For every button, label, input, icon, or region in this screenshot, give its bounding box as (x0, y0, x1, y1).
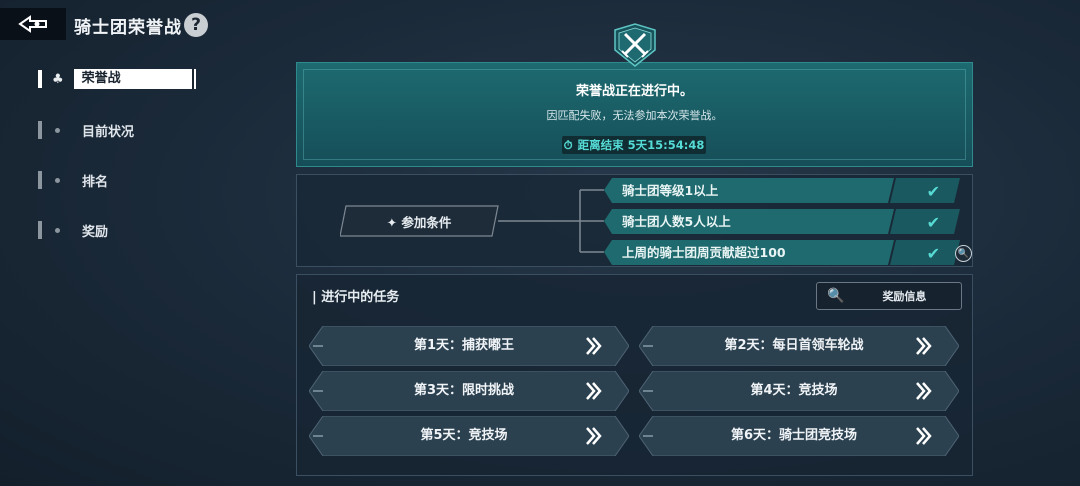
condition-info-icon[interactable]: 🔍 (955, 245, 972, 262)
task-label: 第6天：骑士团竞技场 (730, 428, 858, 443)
sidebar-item-rewards[interactable]: 奖励 (38, 219, 198, 241)
condition-row: 上周的骑士团周贡献超过100 ✔ (604, 240, 960, 265)
banner-subtitle: 因匹配失败，无法参加本次荣誉战。 (546, 109, 723, 122)
item-indicator (38, 171, 42, 189)
bullet-icon (55, 227, 60, 233)
help-icon: ? (191, 15, 201, 35)
double-chevron-right-icon (586, 337, 602, 355)
checkmark-icon: ✔ (926, 244, 940, 263)
reward-info-label: 奖励信息 (882, 290, 927, 303)
task-button-day5[interactable]: 第5天：竞技场 (309, 416, 629, 456)
condition-text: 骑士团人数5人以上 (622, 214, 731, 229)
sidebar-item-label: 排名 (82, 174, 109, 190)
task-button-day3[interactable]: 第3天：限时挑战 (309, 371, 629, 411)
task-label: 第3天：限时挑战 (413, 383, 515, 398)
reward-info-button[interactable]: 🔍 奖励信息 (816, 282, 962, 310)
page-title: 骑士团荣誉战 (74, 18, 182, 38)
sidebar-item-honor-war[interactable]: ♣ 荣誉战 (38, 68, 198, 90)
condition-text: 上周的骑士团周贡献超过100 (622, 245, 786, 260)
condition-row: 骑士团等级1以上 ✔ (604, 178, 960, 203)
condition-row: 骑士团人数5人以上 ✔ (604, 209, 960, 234)
task-label: 第5天：竞技场 (420, 428, 508, 443)
help-button[interactable]: ? (184, 13, 208, 37)
sidebar-item-ranking[interactable]: 排名 (38, 169, 198, 191)
conditions-label: ✦ 参加条件 (386, 214, 452, 230)
task-label: 第1天：捕获嘟王 (413, 338, 515, 353)
countdown-text: 距离结束 5天15:54:48 (577, 138, 705, 152)
bullet-icon (55, 177, 60, 183)
back-button[interactable] (0, 8, 66, 40)
bullet-icon (55, 127, 60, 133)
task-button-day1[interactable]: 第1天：捕获嘟王 (309, 326, 629, 366)
sidebar-item-label: 荣誉战 (73, 69, 192, 89)
clover-icon: ♣ (52, 71, 64, 87)
task-button-day2[interactable]: 第2天：每日首领车轮战 (639, 326, 959, 366)
task-button-day6[interactable]: 第6天：骑士团竞技场 (639, 416, 959, 456)
tasks-title: | 进行中的任务 (312, 290, 400, 305)
checkmark-icon: ✔ (926, 213, 940, 232)
sidebar-item-status[interactable]: 目前状况 (38, 119, 198, 141)
sidebar-item-label: 目前状况 (82, 124, 135, 140)
double-chevron-right-icon (916, 427, 932, 445)
condition-text: 骑士团等级1以上 (622, 183, 719, 198)
crossed-swords-icon (614, 23, 656, 67)
task-button-day4[interactable]: 第4天：竞技场 (639, 371, 959, 411)
item-indicator (38, 221, 42, 239)
clock-icon: ⏱ (563, 137, 573, 152)
sidebar-item-label: 奖励 (82, 224, 109, 240)
task-label: 第2天：每日首领车轮战 (724, 338, 864, 353)
task-label: 第4天：竞技场 (750, 383, 838, 398)
double-chevron-right-icon (586, 382, 602, 400)
back-arrow-icon (18, 15, 47, 33)
double-chevron-right-icon (916, 337, 932, 355)
banner-title: 荣誉战正在进行中。 (575, 84, 693, 99)
search-icon: 🔍 (827, 288, 845, 304)
double-chevron-right-icon (586, 427, 602, 445)
double-chevron-right-icon (916, 382, 932, 400)
active-indicator (38, 70, 42, 88)
item-indicator (38, 121, 42, 139)
checkmark-icon: ✔ (926, 182, 940, 201)
countdown-timer: ⏱ 距离结束 5天15:54:48 (562, 136, 706, 154)
